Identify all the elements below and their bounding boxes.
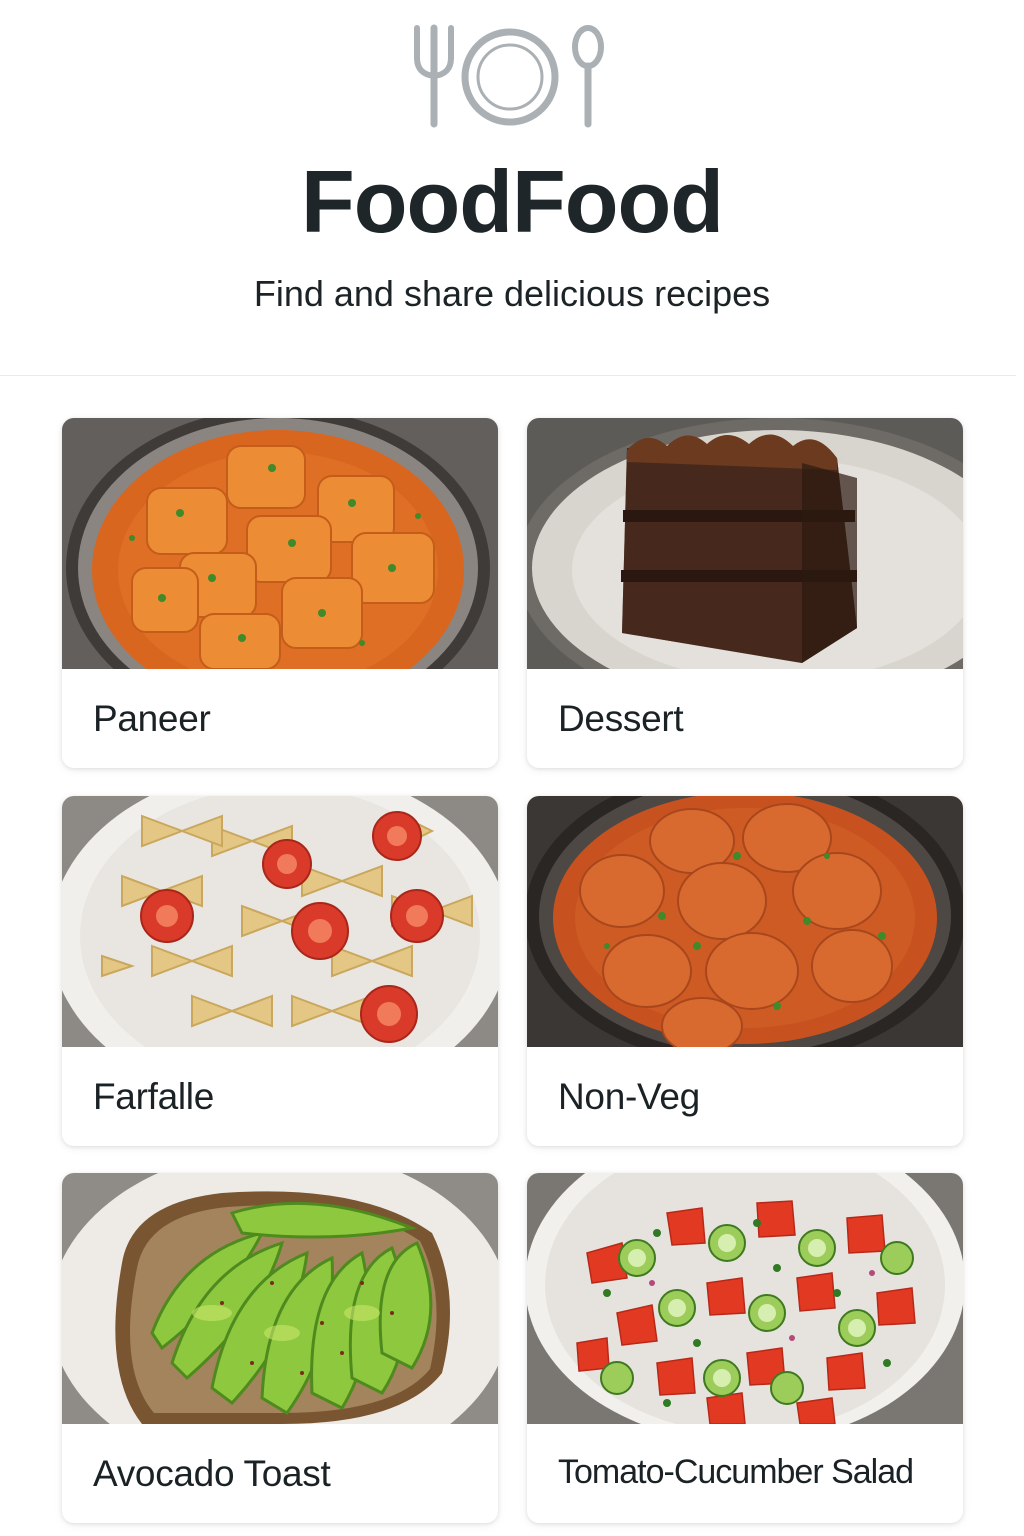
category-label: Paneer <box>93 698 211 739</box>
chocolate-cake-image <box>527 418 963 669</box>
farfalle-pasta-image <box>62 796 498 1047</box>
fork-plate-spoon-icon <box>414 24 604 128</box>
app-header: FoodFood Find and share delicious recipe… <box>0 0 1024 376</box>
app-page: FoodFood Find and share delicious recipe… <box>0 0 1024 1536</box>
category-label: Avocado Toast <box>93 1453 331 1494</box>
paneer-curry-image <box>62 418 498 669</box>
header-divider <box>0 375 1016 376</box>
app-tagline: Find and share delicious recipes <box>253 273 771 314</box>
category-label: Non-Veg <box>558 1076 700 1117</box>
category-label: Tomato-Cucumber Salad <box>558 1453 914 1491</box>
category-card-dessert[interactable]: Dessert <box>527 418 963 768</box>
category-label: Dessert <box>558 698 684 739</box>
chicken-curry-image <box>527 796 963 1047</box>
category-card-farfalle[interactable]: Farfalle <box>62 796 498 1146</box>
category-card-tomato-cucumber-salad[interactable]: Tomato-Cucumber Salad <box>527 1173 963 1523</box>
tomato-cucumber-salad-image <box>527 1173 963 1424</box>
avocado-toast-image <box>62 1173 498 1424</box>
category-label: Farfalle <box>93 1076 214 1117</box>
category-card-paneer[interactable]: Paneer <box>62 418 498 768</box>
app-title: FoodFood <box>300 152 724 251</box>
category-card-avocado-toast[interactable]: Avocado Toast <box>62 1173 498 1523</box>
category-card-non-veg[interactable]: Non-Veg <box>527 796 963 1146</box>
